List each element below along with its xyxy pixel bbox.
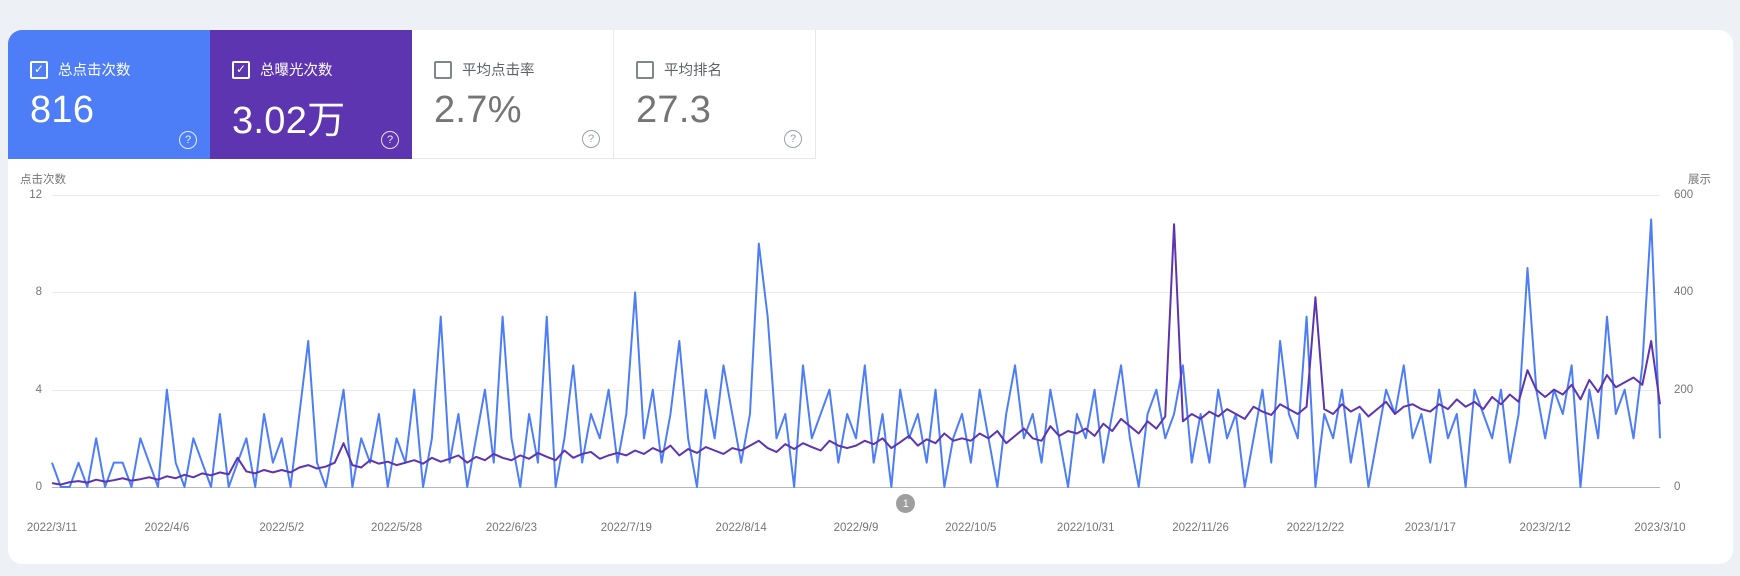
x-axis-label: 2023/1/17 [1404, 522, 1456, 534]
x-axis-label: 2022/5/2 [259, 522, 305, 534]
checkbox-checked-icon[interactable]: ✓ [232, 60, 250, 79]
left-axis-title: 点击次数 [20, 174, 66, 186]
y-tick-label-left: 0 [35, 481, 42, 493]
x-axis-label: 2023/2/12 [1519, 522, 1571, 534]
x-axis-label: 2022/9/9 [833, 522, 879, 534]
y-tick-label-right: 400 [1674, 286, 1694, 299]
metric-card-total-impressions[interactable]: ✓ 总曝光次数 3.02万 ? [210, 30, 412, 159]
card-value: 816 [30, 89, 95, 131]
checkbox-checked-icon[interactable]: ✓ [30, 60, 48, 79]
x-axis-label: 2022/11/26 [1172, 522, 1229, 534]
x-axis-label: 2023/3/10 [1634, 522, 1686, 534]
page-background: { "cards": [ {"label":"总点击次数","value":"8… [0, 0, 1740, 576]
x-axis-label: 2022/8/14 [715, 522, 767, 534]
help-icon[interactable]: ? [381, 131, 399, 149]
x-axis-baseline [52, 487, 1660, 488]
annotation-marker[interactable]: 1 [896, 494, 916, 513]
checkbox-unchecked-icon[interactable] [434, 60, 452, 79]
card-label: 总曝光次数 [260, 63, 333, 79]
series-line-点击次数 [52, 219, 1660, 487]
y-tick-label-left: 12 [29, 189, 42, 201]
x-axis-label: 2022/6/23 [485, 522, 538, 534]
x-axis-label: 2022/12/22 [1286, 522, 1345, 534]
card-value: 2.7% [434, 89, 522, 131]
x-axis-label: 2022/5/28 [370, 522, 423, 534]
plot-area[interactable]: 12 8 4 0 600 400 200 0 [29, 189, 1693, 493]
metric-card-total-clicks[interactable]: ✓ 总点击次数 816 ? [8, 30, 210, 159]
y-tick-label-right: 200 [1674, 383, 1694, 396]
metric-card-average-position[interactable]: 平均排名 27.3 ? [614, 30, 816, 159]
y-tick-label-left: 8 [35, 286, 42, 299]
x-axis-label: 2022/7/19 [600, 522, 652, 534]
y-tick-label-right: 600 [1674, 189, 1694, 201]
x-axis-label: 2022/4/6 [144, 522, 190, 534]
series-line-曝光次数 [52, 224, 1660, 484]
help-icon[interactable]: ? [784, 130, 802, 148]
card-label: 总点击次数 [58, 63, 131, 79]
metric-cards-row: ✓ 总点击次数 816 ? ✓ 总曝光次数 3.02万 ? 平均点击率 2.7%… [8, 30, 816, 159]
performance-line-chart[interactable] [52, 195, 1660, 487]
help-icon[interactable]: ? [582, 130, 600, 148]
card-label: 平均点击率 [462, 63, 535, 79]
x-axis-labels: 2022/3/11 2022/4/6 2022/5/2 2022/5/28 2022/6… [27, 522, 1686, 538]
card-label: 平均排名 [664, 63, 722, 79]
x-axis-label: 2022/10/31 [1056, 522, 1115, 534]
y-tick-label-left: 4 [35, 383, 42, 396]
right-axis-title: 展示 [1688, 174, 1711, 186]
x-axis-label: 2022/10/5 [945, 522, 997, 534]
performance-report-panel: ✓ 总点击次数 816 ? ✓ 总曝光次数 3.02万 ? 平均点击率 2.7%… [8, 30, 1733, 564]
metric-card-average-ctr[interactable]: 平均点击率 2.7% ? [412, 30, 614, 159]
card-value: 27.3 [636, 89, 712, 131]
annotation-marker-label: 1 [902, 497, 909, 510]
y-tick-label-right: 0 [1674, 481, 1681, 493]
checkbox-unchecked-icon[interactable] [636, 60, 654, 79]
x-axis-label: 2022/3/11 [26, 522, 78, 534]
help-icon[interactable]: ? [179, 131, 197, 149]
